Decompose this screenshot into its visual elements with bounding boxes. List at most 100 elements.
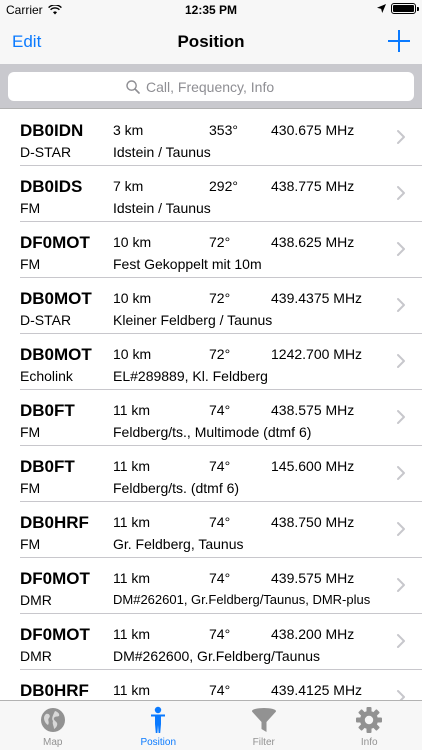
chevron-right-icon bbox=[397, 354, 405, 368]
repeater-info: Idstein / Taunus bbox=[113, 200, 211, 216]
repeater-info: Fest Gekoppelt mit 10m bbox=[113, 256, 262, 272]
tab-position-label: Position bbox=[140, 737, 177, 748]
repeater-callsign: DB0HRF bbox=[20, 513, 89, 532]
repeater-bearing: 353° bbox=[209, 122, 238, 138]
repeater-info: Feldberg/ts., Multimode (dtmf 6) bbox=[113, 424, 312, 440]
repeater-mode: Echolink bbox=[20, 368, 73, 384]
repeater-info: DM#262600, Gr.Feldberg/Taunus bbox=[113, 648, 321, 664]
repeater-info: Feldberg/ts. (dtmf 6) bbox=[113, 480, 240, 496]
repeater-frequency: 439.4375 MHz bbox=[271, 290, 363, 306]
page-title: Position bbox=[177, 32, 245, 51]
list-item[interactable]: DB0IDN 3 km 353° 430.675 MHz D-STAR Idstein /… bbox=[20, 110, 422, 166]
repeater-distance: 11 km bbox=[113, 402, 151, 418]
person-icon bbox=[151, 706, 166, 733]
tab-bar: Map Position Filter Info bbox=[0, 700, 422, 750]
repeater-distance: 11 km bbox=[113, 514, 151, 530]
list-item[interactable]: DF0MOT 11 km 74° 439.575 MHz DMR DM#262601, G… bbox=[20, 558, 422, 614]
repeater-bearing: 74° bbox=[209, 570, 231, 586]
search-input[interactable] bbox=[146, 78, 296, 95]
repeater-mode: DMR bbox=[20, 648, 52, 664]
repeater-mode: FM bbox=[20, 480, 41, 496]
navigation-bar: Edit Position bbox=[0, 20, 422, 64]
repeater-callsign: DF0MOT bbox=[20, 233, 90, 252]
repeater-frequency: 438.625 MHz bbox=[271, 234, 355, 250]
repeater-distance: 7 km bbox=[113, 178, 144, 194]
repeater-frequency: 145.600 MHz bbox=[271, 458, 355, 474]
list-item[interactable]: DB0IDS 7 km 292° 438.775 MHz FM Idstein / Tau… bbox=[20, 166, 422, 222]
repeater-bearing: 74° bbox=[209, 458, 231, 474]
tab-info-label: Info bbox=[360, 737, 378, 748]
chevron-right-icon bbox=[397, 634, 405, 648]
search-field[interactable] bbox=[8, 72, 414, 101]
repeater-list[interactable]: DB0IDN 3 km 353° 430.675 MHz D-STAR Idstein /… bbox=[0, 110, 422, 700]
repeater-callsign: DB0FT bbox=[20, 401, 75, 420]
repeater-callsign: DB0HRF bbox=[20, 681, 89, 700]
repeater-info: Idstein / Taunus bbox=[113, 144, 211, 160]
repeater-distance: 11 km bbox=[113, 682, 151, 698]
tab-map[interactable]: Map bbox=[0, 701, 106, 750]
list-item[interactable]: DB0FT 11 km 74° 438.575 MHz FM Feldberg/ts., … bbox=[20, 390, 422, 446]
repeater-frequency: 438.200 MHz bbox=[271, 626, 355, 642]
repeater-distance: 3 km bbox=[113, 122, 144, 138]
chevron-right-icon bbox=[397, 578, 405, 592]
tab-filter-label: Filter bbox=[252, 737, 275, 748]
repeater-bearing: 72° bbox=[209, 234, 231, 250]
search-icon bbox=[126, 79, 140, 94]
repeater-bearing: 292° bbox=[209, 178, 238, 194]
chevron-right-icon bbox=[397, 242, 405, 256]
repeater-bearing: 74° bbox=[209, 514, 231, 530]
repeater-mode: FM bbox=[20, 536, 41, 552]
repeater-mode: FM bbox=[20, 256, 41, 272]
chevron-right-icon bbox=[397, 466, 405, 480]
repeater-frequency: 438.750 MHz bbox=[271, 514, 355, 530]
list-item[interactable]: DF0MOT 11 km 74° 438.200 MHz DMR DM#262600, G… bbox=[20, 614, 422, 670]
repeater-frequency: 438.775 MHz bbox=[271, 178, 355, 194]
repeater-info: DM#262601, Gr.Feldberg/Taunus, DMR-plus bbox=[113, 592, 371, 607]
status-right bbox=[377, 3, 419, 14]
repeater-callsign: DF0MOT bbox=[20, 625, 90, 644]
status-bar: Carrier 12:35 PM bbox=[0, 0, 422, 20]
gear-icon bbox=[356, 707, 383, 733]
battery-level bbox=[393, 5, 414, 12]
repeater-callsign: DB0IDS bbox=[20, 177, 83, 196]
repeater-mode: FM bbox=[20, 424, 41, 440]
repeater-frequency: 439.4125 MHz bbox=[271, 682, 363, 698]
chevron-right-icon bbox=[397, 298, 405, 312]
globe-icon bbox=[40, 708, 65, 732]
tab-info[interactable]: Info bbox=[317, 701, 422, 750]
chevron-right-icon bbox=[397, 186, 405, 200]
add-icon[interactable] bbox=[388, 30, 410, 52]
list-item[interactable]: DB0MOT 10 km 72° 1242.700 MHz Echolink EL#289… bbox=[20, 334, 422, 390]
repeater-bearing: 74° bbox=[209, 626, 231, 642]
tab-map-label: Map bbox=[43, 737, 63, 748]
repeater-info: EL#289889, Kl. Feldberg bbox=[113, 368, 268, 384]
repeater-mode: DMR bbox=[20, 592, 52, 608]
battery-icon bbox=[391, 3, 419, 14]
repeater-distance: 10 km bbox=[113, 346, 152, 362]
search-bar bbox=[0, 64, 422, 109]
chevron-right-icon bbox=[397, 130, 405, 144]
repeater-callsign: DF0MOT bbox=[20, 569, 90, 588]
repeater-bearing: 74° bbox=[209, 682, 231, 698]
chevron-right-icon bbox=[397, 410, 405, 424]
list-item[interactable]: DB0FT 11 km 74° 145.600 MHz FM Feldberg/ts. (… bbox=[20, 446, 422, 502]
funnel-icon bbox=[251, 708, 276, 732]
repeater-callsign: DB0MOT bbox=[20, 345, 92, 364]
repeater-distance: 10 km bbox=[113, 290, 152, 306]
edit-button[interactable]: Edit bbox=[12, 32, 41, 52]
list-item[interactable]: DB0MOT 10 km 72° 439.4375 MHz D-STAR Kleiner … bbox=[20, 278, 422, 334]
list-item[interactable]: DB0HRF 11 km 74° 438.750 MHz FM Gr. Feldberg,… bbox=[20, 502, 422, 558]
list-item[interactable]: DF0MOT 10 km 72° 438.625 MHz FM Fest Gekoppel… bbox=[20, 222, 422, 278]
location-arrow-icon bbox=[377, 4, 386, 13]
tab-filter[interactable]: Filter bbox=[211, 701, 317, 750]
repeater-callsign: DB0MOT bbox=[20, 289, 92, 308]
repeater-info: Kleiner Feldberg / Taunus bbox=[113, 312, 273, 328]
repeater-mode: D-STAR bbox=[20, 144, 72, 160]
chevron-right-icon bbox=[397, 522, 405, 536]
tab-position[interactable]: Position bbox=[106, 701, 212, 750]
repeater-frequency: 430.675 MHz bbox=[271, 122, 355, 138]
repeater-mode: FM bbox=[20, 200, 41, 216]
list-item[interactable]: DB0HRF 11 km 74° 439.4125 MHz bbox=[20, 670, 422, 700]
repeater-distance: 11 km bbox=[113, 626, 151, 642]
repeater-callsign: DB0FT bbox=[20, 457, 75, 476]
